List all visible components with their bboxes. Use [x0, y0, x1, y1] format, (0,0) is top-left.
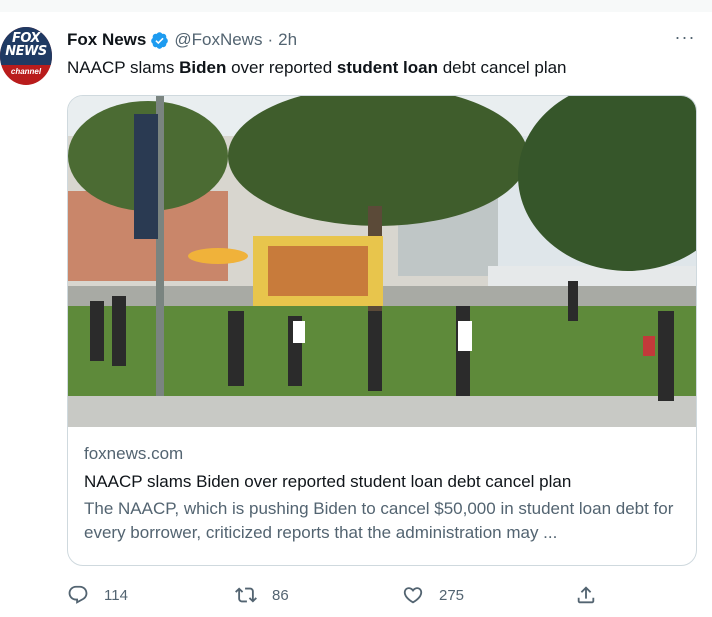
card-description: The NAACP, which is pushing Biden to can… — [84, 499, 674, 542]
like-count: 275 — [439, 586, 465, 604]
tweet-text: NAACP slams Biden over reported student … — [67, 57, 567, 79]
tweet-header: Fox News @FoxNews · 2h — [67, 29, 297, 51]
share-icon — [577, 586, 595, 604]
like-icon — [403, 587, 423, 604]
tweet-text-part: debt cancel plan — [437, 58, 567, 77]
timestamp[interactable]: 2h — [278, 30, 297, 50]
tweet-text-part: NAACP slams — [67, 58, 180, 77]
tweet-actions: 114 86 275 — [67, 582, 712, 608]
card-title: NAACP slams Biden over reported student … — [84, 472, 572, 491]
author-name[interactable]: Fox News — [67, 30, 146, 50]
retweet-icon — [235, 587, 257, 603]
card-body: foxnews.com NAACP slams Biden over repor… — [84, 443, 680, 545]
link-card[interactable]: foxnews.com NAACP slams Biden over repor… — [67, 95, 697, 566]
reply-count: 114 — [104, 586, 128, 604]
avatar[interactable]: FOX NEWS channel — [0, 27, 52, 85]
verified-badge-icon — [151, 31, 169, 49]
author-handle[interactable]: @FoxNews — [174, 30, 262, 50]
card-image — [68, 96, 696, 427]
separator: · — [267, 30, 274, 49]
like-button[interactable]: 275 — [402, 584, 464, 606]
retweet-count: 86 — [272, 586, 289, 604]
tweet-text-part[interactable]: Biden — [179, 58, 226, 77]
tweet-text-part[interactable]: student loan — [337, 58, 438, 77]
card-domain: foxnews.com — [84, 444, 184, 463]
reply-button[interactable]: 114 — [67, 584, 128, 606]
more-icon[interactable]: ··· — [674, 28, 696, 50]
fox-news-logo: FOX NEWS — [0, 27, 52, 65]
tweet-text-part: over reported — [226, 58, 337, 77]
share-button[interactable] — [575, 584, 597, 606]
retweet-button[interactable]: 86 — [235, 584, 289, 606]
reply-icon — [68, 585, 88, 604]
fox-news-logo-channel: channel — [10, 67, 42, 76]
